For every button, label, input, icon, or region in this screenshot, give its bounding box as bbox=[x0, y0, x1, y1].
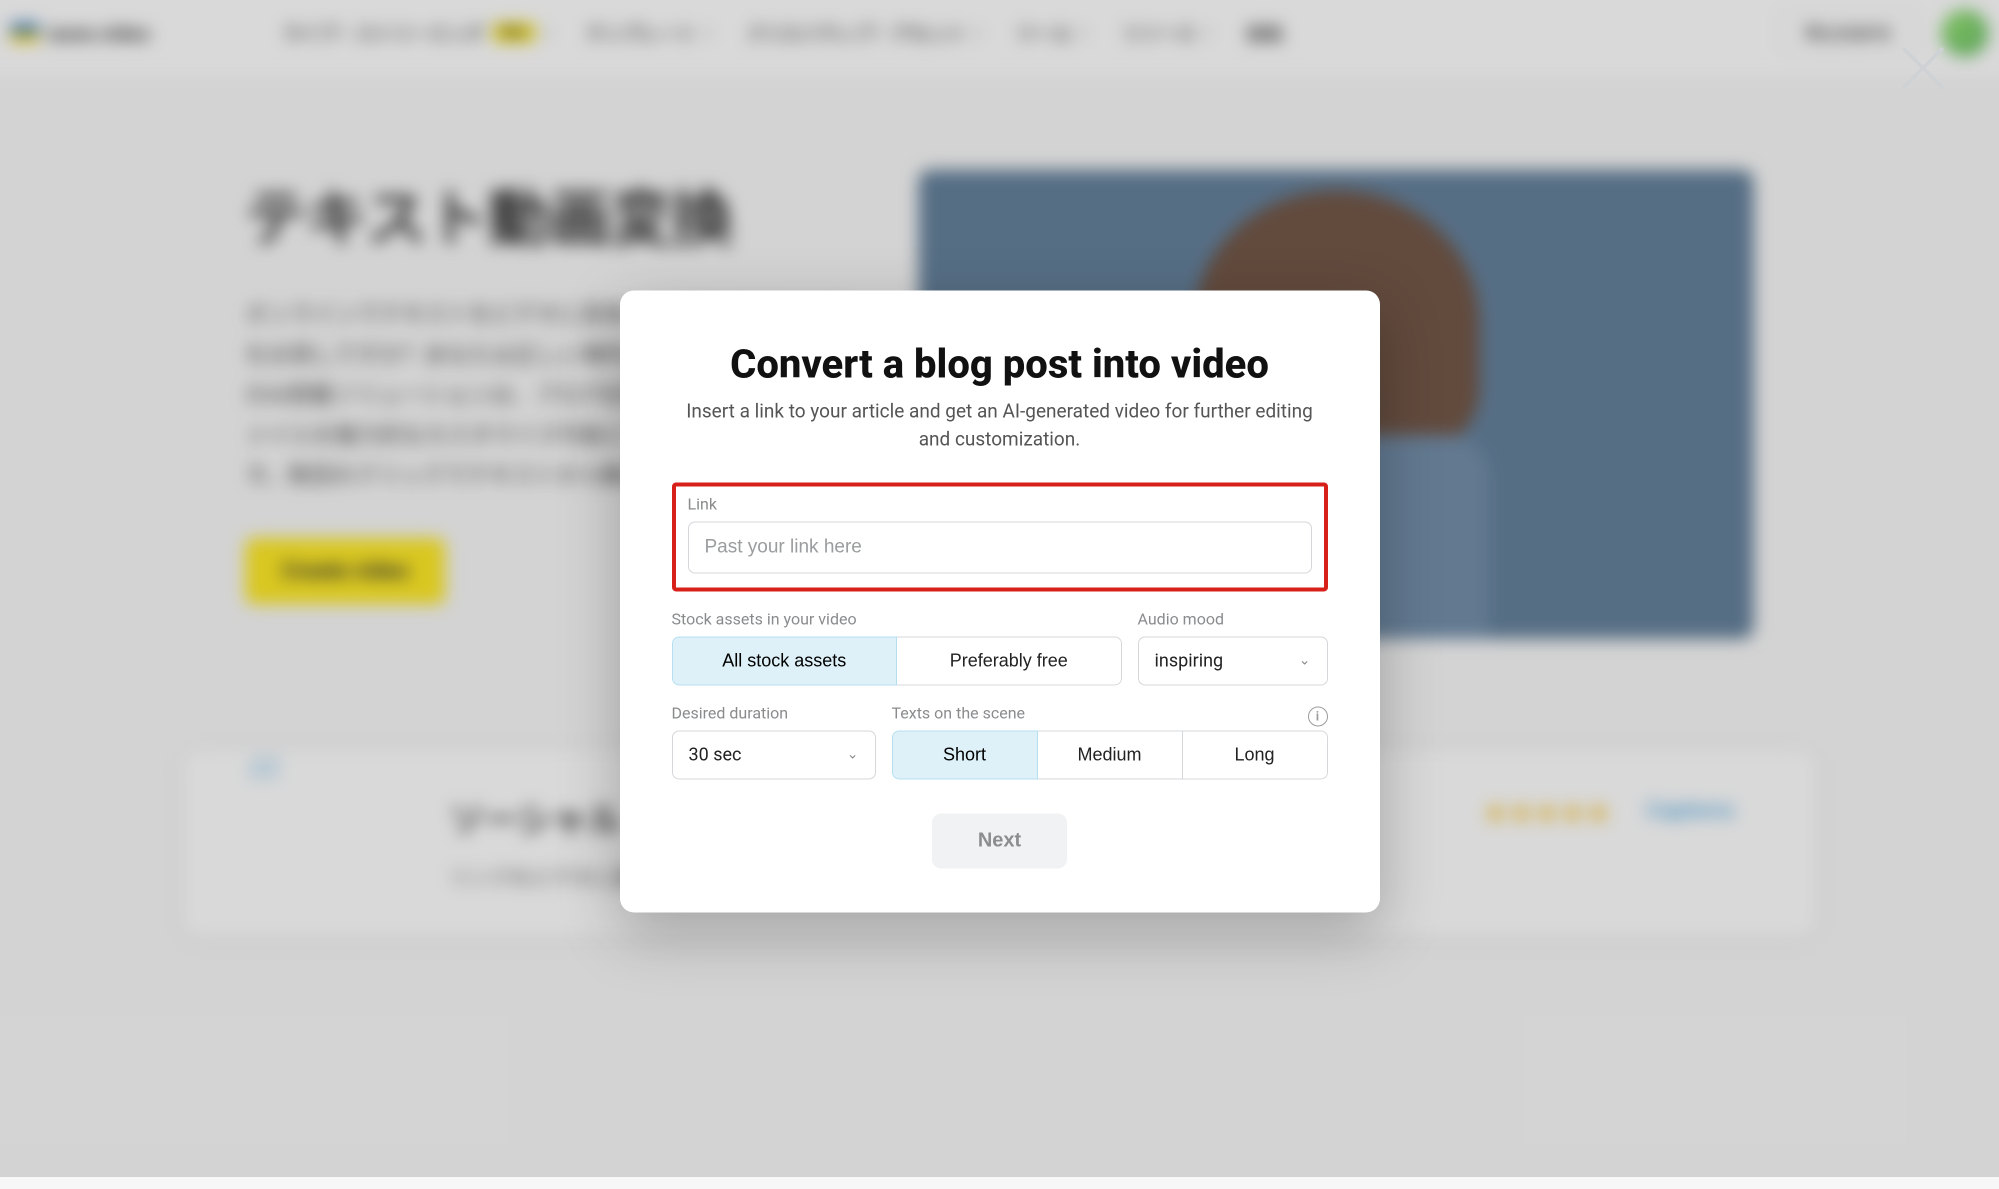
stock-assets-segmented: All stock assets Preferably free bbox=[672, 636, 1122, 685]
next-button[interactable]: Next bbox=[932, 813, 1067, 868]
stock-option-all[interactable]: All stock assets bbox=[672, 636, 898, 685]
modal-title: Convert a blog post into video bbox=[672, 340, 1328, 387]
chevron-down-icon: ⌄ bbox=[847, 746, 859, 762]
duration-label: Desired duration bbox=[672, 703, 876, 722]
link-label: Link bbox=[688, 494, 1312, 513]
texts-scene-label: Texts on the scene bbox=[892, 703, 1026, 722]
link-input[interactable] bbox=[688, 521, 1312, 573]
stock-assets-label: Stock assets in your video bbox=[672, 609, 1122, 628]
chevron-down-icon: ⌄ bbox=[1299, 652, 1311, 668]
close-icon[interactable] bbox=[1895, 40, 1951, 96]
texts-option-long[interactable]: Long bbox=[1183, 730, 1328, 779]
texts-option-medium[interactable]: Medium bbox=[1038, 730, 1183, 779]
audio-mood-select[interactable]: inspiring ⌄ bbox=[1138, 636, 1328, 685]
duration-value: 30 sec bbox=[689, 744, 742, 765]
info-icon[interactable]: i bbox=[1308, 706, 1328, 726]
modal-subtitle: Insert a link to your article and get an… bbox=[672, 397, 1328, 454]
duration-select[interactable]: 30 sec ⌄ bbox=[672, 730, 876, 779]
texts-option-short[interactable]: Short bbox=[892, 730, 1038, 779]
stock-option-free[interactable]: Preferably free bbox=[897, 636, 1122, 685]
audio-mood-label: Audio mood bbox=[1138, 609, 1328, 628]
texts-scene-segmented: Short Medium Long bbox=[892, 730, 1328, 779]
audio-mood-value: inspiring bbox=[1155, 650, 1224, 671]
link-field-highlight: Link bbox=[672, 482, 1328, 591]
convert-blog-modal: Convert a blog post into video Insert a … bbox=[620, 290, 1380, 912]
